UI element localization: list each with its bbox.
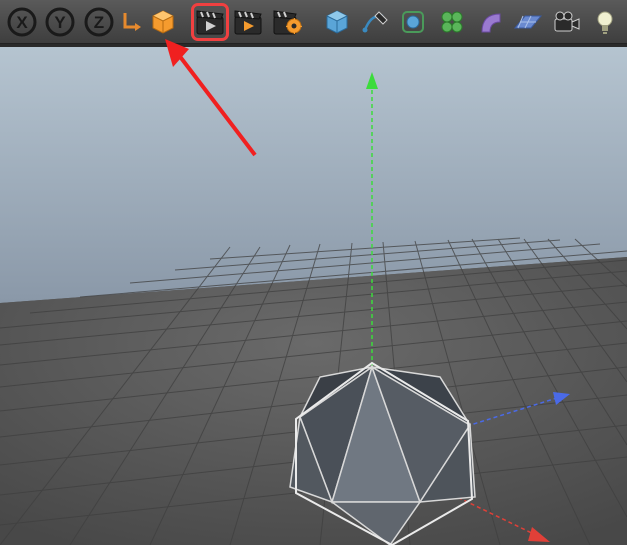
render-settings-button[interactable]	[269, 4, 305, 40]
clapper-play-icon	[195, 8, 225, 36]
camera-button[interactable]	[548, 4, 584, 40]
bend-button[interactable]	[472, 4, 508, 40]
coord-system-button[interactable]	[119, 4, 146, 40]
main-toolbar: X Y Z	[0, 0, 627, 44]
primitive-cube-icon	[323, 8, 351, 36]
make-editable-button[interactable]	[148, 4, 179, 40]
x-axis-icon: X	[6, 6, 38, 38]
x-axis-button[interactable]: X	[4, 4, 40, 40]
z-axis-icon: Z	[83, 6, 115, 38]
bend-icon	[476, 8, 504, 36]
y-axis-icon: Y	[44, 6, 76, 38]
render-view-button[interactable]	[192, 4, 228, 40]
primitive-cube-button[interactable]	[318, 4, 354, 40]
cube-orange-icon	[150, 9, 176, 35]
svg-text:Z: Z	[94, 13, 104, 32]
clapper-gear-icon	[272, 8, 302, 36]
svg-text:Y: Y	[55, 13, 67, 32]
spline-pen-button[interactable]	[357, 4, 393, 40]
camera-icon	[552, 9, 582, 35]
svg-text:X: X	[16, 13, 28, 32]
floor-icon	[513, 8, 543, 36]
subdivision-button[interactable]	[395, 4, 431, 40]
viewport-scene	[0, 47, 627, 545]
clapper-play-orange-icon	[233, 8, 263, 36]
array-button[interactable]	[433, 4, 469, 40]
spline-pen-icon	[361, 8, 389, 36]
floor-button[interactable]	[510, 4, 546, 40]
coord-system-icon	[121, 9, 143, 35]
subdivision-icon	[399, 8, 427, 36]
3d-viewport[interactable]	[0, 44, 627, 542]
z-axis-button[interactable]: Z	[81, 4, 117, 40]
light-button[interactable]	[587, 4, 623, 40]
render-region-button[interactable]	[230, 4, 266, 40]
y-axis-button[interactable]: Y	[42, 4, 78, 40]
light-icon	[592, 8, 618, 36]
array-icon	[438, 8, 466, 36]
